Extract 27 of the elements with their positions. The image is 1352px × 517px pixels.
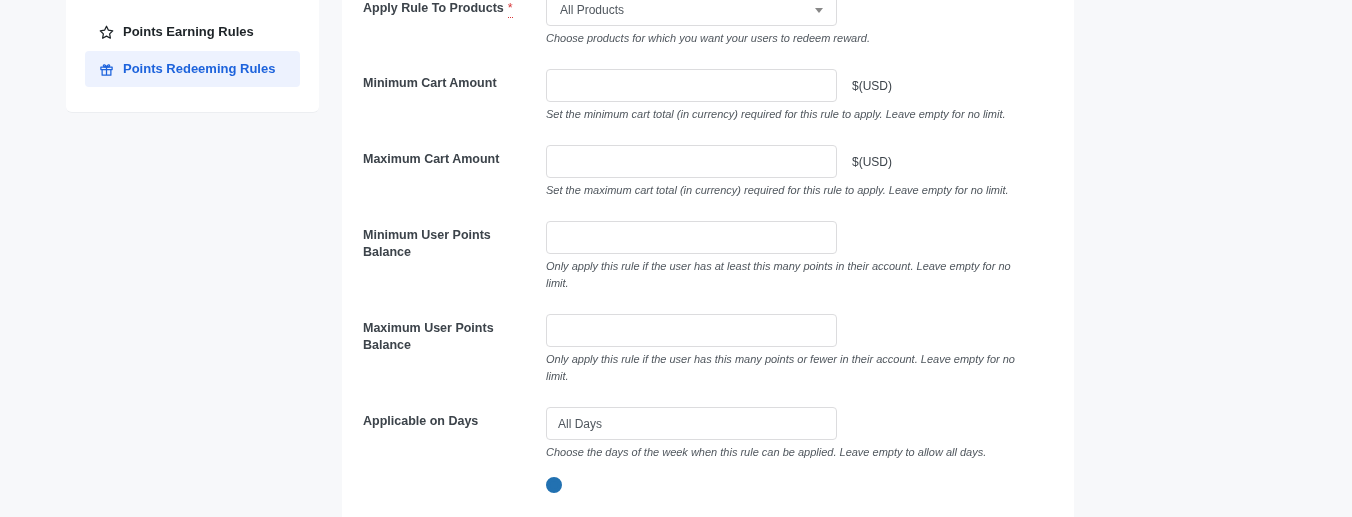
field-label: Minimum Cart Amount (363, 75, 497, 92)
sidebar-item[interactable]: Points Redeeming Rules (85, 51, 300, 87)
help-text: Only apply this rule if the user has at least this many points in their account. Leave empty for no limit. (546, 259, 1012, 291)
field-label: Maximum Cart Amount (363, 151, 500, 168)
input-field[interactable] (546, 69, 837, 102)
products-select[interactable]: All Products (546, 0, 837, 26)
caret-icon (815, 7, 823, 13)
required-mark: * (507, 0, 513, 18)
help-text: Only apply this rule if the user has this many points or fewer in their account. Leave empty for no limit. (546, 352, 1016, 384)
field-label: Apply Rule To Products (363, 0, 504, 17)
field-label: Minimum User Points Balance (363, 227, 492, 261)
input-field[interactable]: All Days (546, 407, 837, 440)
currency-unit: $(USD) (852, 77, 892, 95)
field-label: Maximum User Points Balance (363, 320, 495, 354)
sidebar-item[interactable]: Points Earning Rules (85, 14, 300, 50)
input-field[interactable] (546, 221, 837, 254)
help-text: Choose products for which you want your users to redeem reward. (546, 31, 871, 46)
radio-button[interactable] (546, 477, 562, 493)
currency-unit: $(USD) (852, 153, 892, 171)
star-icon (99, 24, 114, 40)
gift-icon (99, 61, 114, 77)
help-text: Set the minimum cart total (in currency) required for this rule to apply. Leave empty for no limit. (546, 107, 1006, 122)
input-field[interactable] (546, 314, 837, 347)
help-text: Set the maximum cart total (in currency) required for this rule to apply. Leave empty for no limit. (546, 183, 1009, 198)
field-label: Applicable on Days (363, 413, 479, 430)
help-text: Choose the days of the week when this rule can be applied. Leave empty to allow all days. (546, 445, 987, 460)
input-field[interactable] (546, 145, 837, 178)
